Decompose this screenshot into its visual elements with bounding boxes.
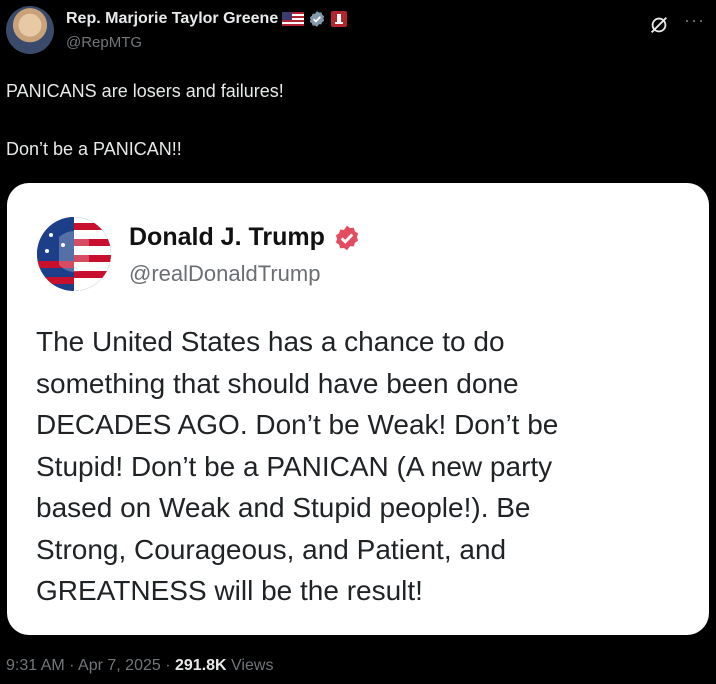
tweet-text-line: PANICANS are losers and failures! bbox=[6, 81, 284, 101]
quoted-body-line: something that should have been done bbox=[36, 367, 519, 399]
us-flag-icon bbox=[282, 12, 305, 26]
quoted-body-line: GREATNESS will be the result! bbox=[36, 575, 423, 606]
post-time[interactable]: 9:31 AM bbox=[6, 657, 65, 674]
quoted-body-line: Strong, Courageous, and Patient, and bbox=[36, 533, 507, 565]
meta-separator: · bbox=[160, 657, 175, 674]
tweet-text: PANICANS are losers and failures! Don’t … bbox=[6, 80, 706, 160]
author-avatar[interactable] bbox=[6, 6, 54, 54]
quoted-post-card[interactable]: Donald J. Trump @realDonaldTrump The Uni… bbox=[7, 183, 709, 635]
congress-badge-icon[interactable] bbox=[330, 10, 348, 28]
post-date[interactable]: Apr 7, 2025 bbox=[78, 657, 161, 674]
truth-verified-badge-icon bbox=[335, 225, 358, 250]
tweet-text-line: Don’t be a PANICAN!! bbox=[6, 139, 182, 159]
author-handle[interactable]: @RepMTG bbox=[66, 34, 142, 51]
author-name-row: Rep. Marjorie Taylor Greene bbox=[66, 8, 348, 30]
quoted-body-line: Stupid! Don’t be a PANICAN (A new party bbox=[36, 450, 553, 482]
author-display-name[interactable]: Rep. Marjorie Taylor Greene bbox=[66, 10, 278, 28]
quoted-author-name: Donald J. Trump bbox=[129, 223, 325, 251]
quoted-author-handle: @realDonaldTrump bbox=[129, 261, 321, 286]
quoted-body-line: The United States has a chance to do bbox=[36, 326, 505, 357]
grok-icon[interactable] bbox=[648, 14, 670, 36]
more-icon[interactable]: ··· bbox=[684, 10, 705, 31]
quoted-author-avatar bbox=[37, 217, 111, 291]
quoted-post-body: The United States has a chance to do som… bbox=[36, 321, 676, 612]
meta-separator: · bbox=[64, 657, 79, 674]
post-metadata: 9:31 AM · Apr 7, 2025 · 291.8K Views bbox=[6, 657, 273, 675]
views-count: 291.8K bbox=[175, 657, 227, 674]
quoted-name-row: Donald J. Trump bbox=[129, 223, 361, 252]
quoted-body-line: based on Weak and Stupid people!). Be bbox=[36, 492, 531, 523]
tweet-header: Rep. Marjorie Taylor Greene @RepMTG ··· bbox=[0, 0, 716, 60]
quoted-body-line: DECADES AGO. Don’t be Weak! Don’t be bbox=[36, 409, 559, 440]
verified-badge-icon[interactable] bbox=[308, 10, 326, 28]
views-label: Views bbox=[231, 657, 274, 674]
